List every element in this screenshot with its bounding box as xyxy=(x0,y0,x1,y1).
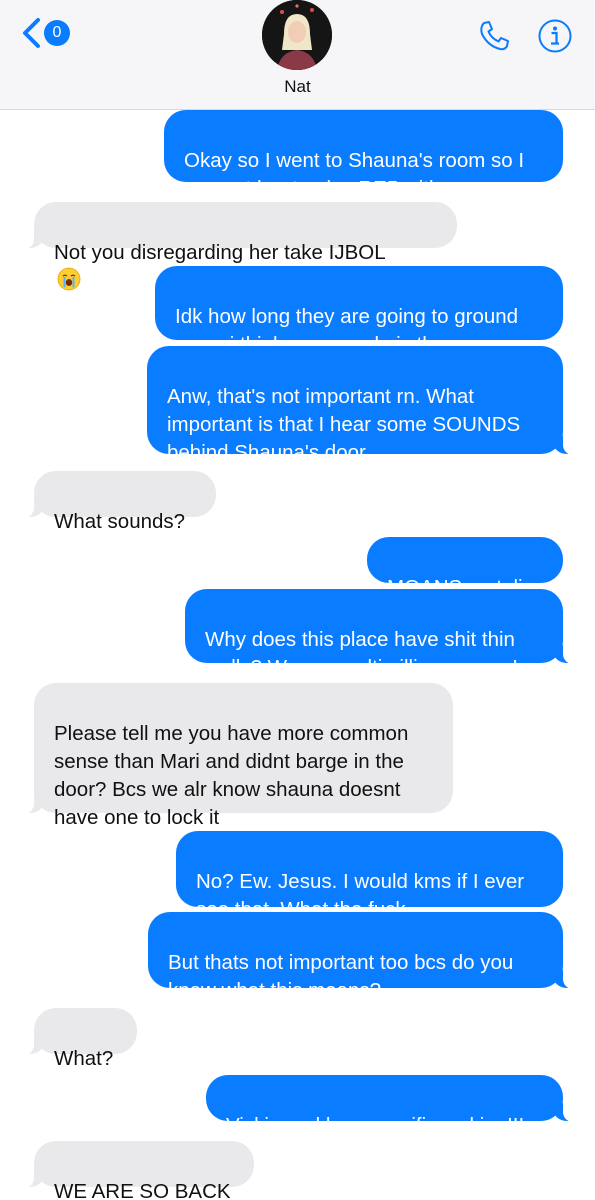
message-bubble-sent[interactable]: Okay so I went to Shauna's room so I can… xyxy=(164,110,563,200)
chevron-left-icon xyxy=(23,18,40,48)
message-bubble-sent[interactable]: MOANS, natalie xyxy=(367,537,563,599)
message-bubble-sent[interactable]: But thats not important too bcs do you k… xyxy=(148,912,577,1002)
message-bubble-received[interactable]: Please tell me you have more common sens… xyxy=(20,683,453,829)
message-text: Please tell me you have more common sens… xyxy=(54,722,409,829)
avatar[interactable] xyxy=(262,0,332,70)
conversation-header: 0 Nat xyxy=(0,0,595,110)
message-text: What? xyxy=(54,1047,114,1070)
loudly-crying-face-emoji xyxy=(57,267,81,291)
message-text: What sounds? xyxy=(54,510,186,533)
message-bubble-sent[interactable]: Vickie and her are wifi wanking!!! xyxy=(206,1075,577,1137)
message-bubble-sent[interactable]: Why does this place have shit thin walls… xyxy=(185,589,577,679)
avatar-image xyxy=(262,0,332,70)
message-text: Anw, that's not important rn. What impor… xyxy=(167,385,521,464)
message-thread: Okay so I went to Shauna's room so I can… xyxy=(0,0,595,1200)
contact-name[interactable]: Nat xyxy=(0,77,595,97)
unread-count-badge: 0 xyxy=(44,20,70,46)
message-bubble-received[interactable]: What? xyxy=(20,1008,137,1070)
back-button[interactable]: 0 xyxy=(20,17,70,49)
message-bubble-sent[interactable]: Anw, that's not important rn. What impor… xyxy=(147,346,577,464)
message-text: Not you disregarding her take IJBOL xyxy=(54,241,386,264)
message-text: WE ARE SO BACK xyxy=(54,1180,231,1200)
message-text: Vickie and her are wifi wanking!!! xyxy=(226,1114,525,1137)
message-text: Okay so I went to Shauna's room so I can… xyxy=(184,149,525,200)
info-icon[interactable] xyxy=(537,18,573,54)
message-text: But thats not important too bcs do you k… xyxy=(168,951,514,1002)
phone-icon[interactable] xyxy=(476,18,512,54)
message-bubble-received[interactable]: Not you disregarding her take IJBOL xyxy=(20,202,457,291)
message-bubble-sent[interactable]: No? Ew. Jesus. I would kms if I ever see… xyxy=(176,831,563,921)
message-bubble-received[interactable]: WE ARE SO BACK xyxy=(20,1141,254,1200)
message-text: Why does this place have shit thin walls… xyxy=(205,628,518,679)
message-bubble-sent[interactable]: Idk how long they are going to ground us… xyxy=(155,266,563,356)
message-bubble-received[interactable]: What sounds? xyxy=(20,471,216,533)
